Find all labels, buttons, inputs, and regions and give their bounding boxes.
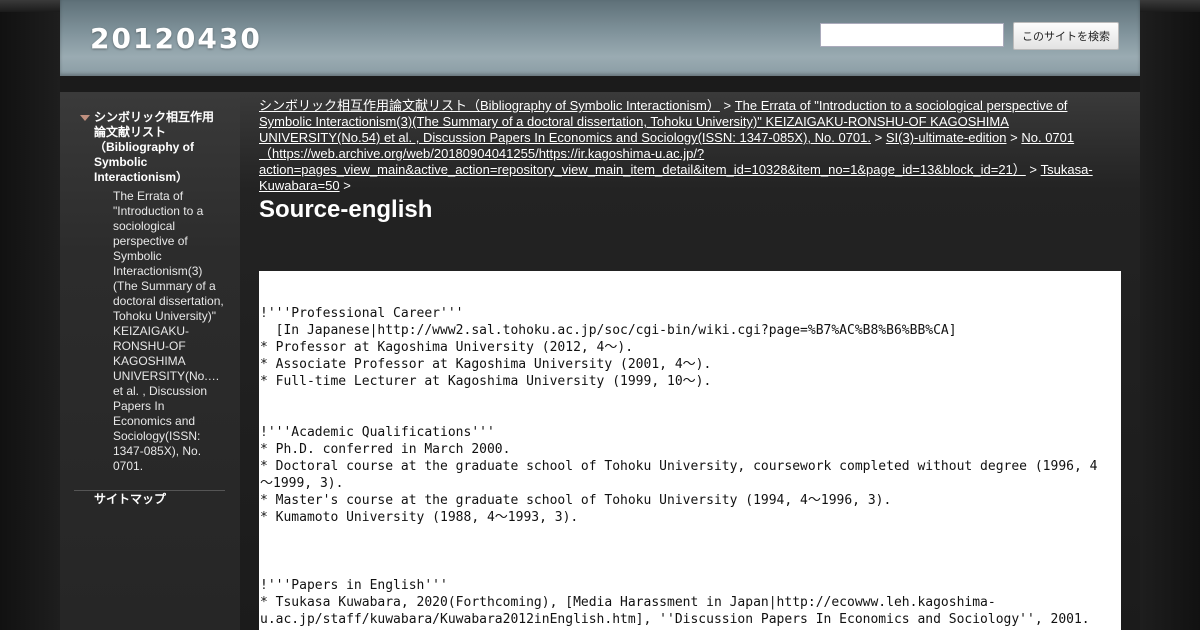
sidebar-item-sitemap[interactable]: サイトマップ xyxy=(94,492,166,507)
expand-arrow-icon[interactable] xyxy=(80,115,90,121)
source-text-line: * Kumamoto University (1988, 4～1993, 3). xyxy=(260,510,579,525)
source-text-line: * Full-time Lecturer at Kagoshima Univer… xyxy=(260,374,712,389)
page-edge-right xyxy=(1140,0,1200,630)
search-input[interactable] xyxy=(820,23,1004,47)
source-text-line: u.ac.jp/staff/kuwabara/Kuwabara2012inEng… xyxy=(260,612,1090,627)
source-text-line: !'''Academic Qualifications''' xyxy=(260,425,495,440)
breadcrumb-separator: > xyxy=(343,178,351,193)
source-text-box: !'''Professional Career''' [In Japanese|… xyxy=(259,271,1121,630)
sidebar-item-bibliography[interactable]: シンボリック相互作用論文献リスト（Bibliography of Symboli… xyxy=(94,110,224,185)
source-text-line xyxy=(259,390,1121,407)
site-header: 20120430 このサイトを検索 xyxy=(60,0,1140,76)
breadcrumb-separator: > xyxy=(874,130,883,145)
source-text-line xyxy=(259,407,1121,424)
breadcrumb-separator: > xyxy=(723,98,732,113)
source-text-line: * Master's course at the graduate school… xyxy=(260,493,892,508)
source-text-line: * Professor at Kagoshima University (201… xyxy=(260,340,634,355)
breadcrumb-link-bibliography[interactable]: シンボリック相互作用論文献リスト（Bibliography of Symboli… xyxy=(259,98,720,113)
page-edge-left xyxy=(0,0,60,630)
search-button[interactable]: このサイトを検索 xyxy=(1013,22,1119,50)
sidebar: シンボリック相互作用論文献リスト（Bibliography of Symboli… xyxy=(60,92,240,630)
source-text-line: ～1999, 3). xyxy=(260,476,344,491)
source-text-line: !'''Professional Career''' xyxy=(260,306,464,321)
breadcrumb-separator: > xyxy=(1010,130,1018,145)
source-text-line xyxy=(259,560,1121,577)
sidebar-divider xyxy=(74,490,225,491)
source-text-line xyxy=(259,526,1121,543)
main-content: シンボリック相互作用論文献リスト（Bibliography of Symboli… xyxy=(240,92,1140,630)
page-title: Source-english xyxy=(259,196,433,223)
source-text-line xyxy=(259,288,1121,305)
sidebar-item-errata[interactable]: The Errata of "Introduction to a sociolo… xyxy=(113,189,225,474)
source-text-line: [In Japanese|http://www2.sal.tohoku.ac.j… xyxy=(260,323,957,338)
source-text-line xyxy=(259,543,1121,560)
source-text-line xyxy=(259,271,1121,288)
source-text-line: * Doctoral course at the graduate school… xyxy=(260,459,1098,474)
source-text-line: * Ph.D. conferred in March 2000. xyxy=(260,442,511,457)
breadcrumb: シンボリック相互作用論文献リスト（Bibliography of Symboli… xyxy=(259,98,1099,194)
breadcrumb-separator: > xyxy=(1029,162,1037,177)
source-text-line: !'''Papers in English''' xyxy=(260,578,448,593)
site-title[interactable]: 20120430 xyxy=(90,22,262,55)
source-text-line: * Tsukasa Kuwabara, 2020(Forthcoming), [… xyxy=(260,595,996,610)
breadcrumb-link-si3[interactable]: SI(3)-ultimate-edition xyxy=(886,130,1007,145)
source-text-line: * Associate Professor at Kagoshima Unive… xyxy=(260,357,712,372)
